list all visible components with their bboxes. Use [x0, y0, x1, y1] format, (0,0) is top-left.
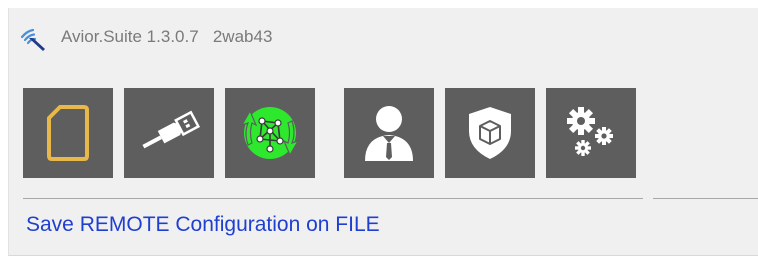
user-button[interactable] — [344, 88, 434, 178]
gears-icon — [561, 103, 621, 163]
signal-pen-icon — [19, 26, 47, 54]
separator-line — [23, 198, 643, 199]
file-icon — [46, 104, 90, 162]
settings-button[interactable] — [546, 88, 636, 178]
remote-network-icon — [238, 101, 302, 165]
status-message: Save REMOTE Configuration on FILE — [26, 213, 380, 236]
session-id: 2wab43 — [212, 27, 273, 46]
security-button[interactable] — [445, 88, 535, 178]
main-toolbar — [9, 88, 758, 180]
app-title: Avior.Suite 1.3.0.7 — [61, 27, 199, 46]
shield-icon — [466, 105, 514, 161]
app-window: Avior.Suite 1.3.0.7 2wab43 Save REMOTE C… — [8, 8, 758, 256]
user-icon — [361, 103, 417, 163]
title-bar: Avior.Suite 1.3.0.7 2wab43 — [9, 8, 758, 70]
file-button[interactable] — [23, 88, 113, 178]
usb-button[interactable] — [124, 88, 214, 178]
remote-button[interactable] — [225, 88, 315, 178]
separator-line-right — [653, 198, 758, 199]
usb-icon — [134, 108, 204, 158]
